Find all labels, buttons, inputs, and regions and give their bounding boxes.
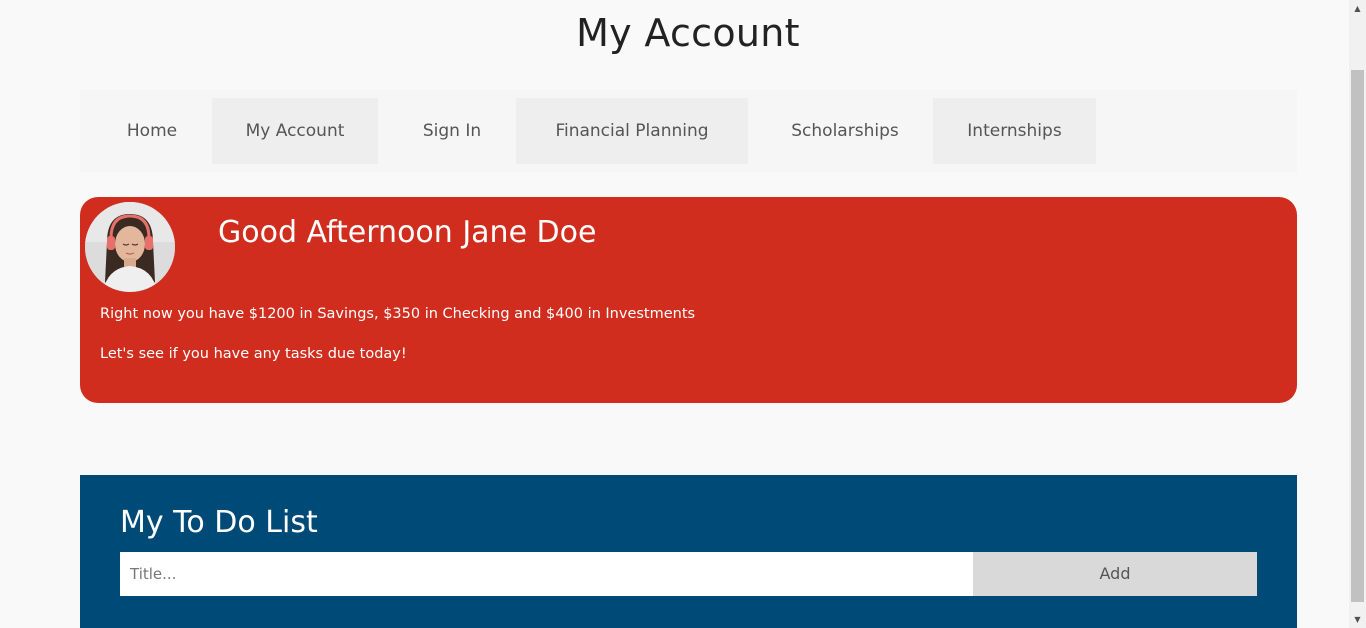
todo-title-input[interactable]	[120, 552, 973, 596]
nav-item-home[interactable]: Home	[102, 98, 202, 164]
account-balances-text: Right now you have $1200 in Savings, $35…	[100, 306, 696, 322]
avatar	[85, 202, 175, 292]
vertical-scrollbar[interactable]: ▲ ▼	[1349, 0, 1366, 628]
todo-title: My To Do List	[120, 505, 318, 540]
greeting-heading: Good Afternoon Jane Doe	[218, 215, 597, 250]
page-title: My Account	[576, 11, 800, 55]
add-task-button[interactable]: Add	[973, 552, 1257, 596]
nav-item-my-account[interactable]: My Account	[212, 98, 378, 164]
welcome-banner: Good Afternoon Jane Doe Right now you ha…	[80, 197, 1297, 403]
nav-item-sign-in[interactable]: Sign In	[402, 98, 502, 164]
todo-section: My To Do List Add	[80, 475, 1297, 628]
main-navigation: Home My Account Sign In Financial Planni…	[80, 90, 1297, 172]
scrollbar-thumb[interactable]	[1351, 70, 1364, 602]
scroll-down-arrow-icon[interactable]: ▼	[1349, 611, 1366, 628]
page: My Account Home My Account Sign In Finan…	[0, 0, 1349, 628]
nav-item-scholarships[interactable]: Scholarships	[776, 98, 914, 164]
nav-item-internships[interactable]: Internships	[933, 98, 1096, 164]
tasks-prompt-text: Let's see if you have any tasks due toda…	[100, 346, 407, 362]
user-photo-icon	[85, 202, 175, 292]
nav-item-financial-planning[interactable]: Financial Planning	[516, 98, 748, 164]
scroll-up-arrow-icon[interactable]: ▲	[1349, 0, 1366, 17]
